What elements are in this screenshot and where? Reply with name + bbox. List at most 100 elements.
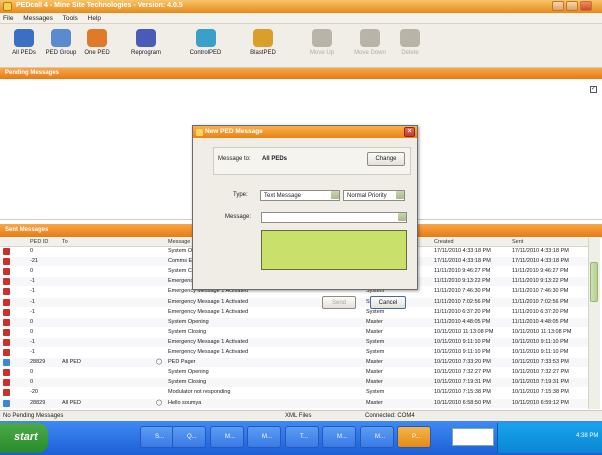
cell-sent: 10/11/2010 7:33:53 PM bbox=[512, 359, 569, 366]
priority-dropdown-icon[interactable] bbox=[396, 191, 404, 199]
table-row[interactable]: 0 System Opening Master 10/11/2010 7:32:27 … bbox=[0, 368, 588, 377]
cell-source: Master bbox=[366, 359, 383, 366]
cell-source: Master bbox=[366, 369, 383, 376]
toolbar-button-ped-group[interactable]: PED Group bbox=[45, 26, 77, 66]
menu-file[interactable]: File bbox=[3, 15, 13, 22]
col-message[interactable]: Message bbox=[168, 239, 190, 245]
taskbar-window-button[interactable]: S... bbox=[140, 426, 174, 448]
pager-icon: ◯ bbox=[156, 399, 163, 406]
type-dropdown-icon[interactable] bbox=[331, 191, 339, 199]
cell-ped-id: 0 bbox=[30, 328, 34, 335]
table-row[interactable]: 28829 All PED PED Pager Master 10/11/2010 7:… bbox=[0, 358, 588, 368]
menu-bar: File Messages Tools Help bbox=[0, 13, 602, 24]
cell-created: 11/11/2010 9:13:22 PM bbox=[434, 278, 491, 285]
pending-checkbox[interactable]: ✓ bbox=[590, 86, 597, 93]
status-bar: No Pending Messages XML Files Connected:… bbox=[0, 410, 602, 421]
cell-created: 10/11/2010 7:33:20 PM bbox=[434, 359, 491, 366]
cell-sent: 11/11/2010 7:46:30 PM bbox=[512, 288, 569, 295]
cancel-button[interactable]: Cancel bbox=[370, 296, 406, 309]
cell-sent: 10/11/2010 6:59:12 PM bbox=[512, 399, 569, 406]
col-created[interactable]: Created bbox=[434, 239, 454, 245]
message-text-area[interactable] bbox=[261, 230, 407, 270]
taskbar-window-button[interactable]: M... bbox=[360, 426, 394, 448]
change-button[interactable]: Change bbox=[367, 152, 405, 166]
toolbar-button-reprogram[interactable]: Reprogram bbox=[125, 26, 167, 66]
menu-help[interactable]: Help bbox=[88, 15, 101, 22]
table-row[interactable]: 0 System Closing Master 10/11/2010 7:19:31 … bbox=[0, 378, 588, 388]
cell-created: 11/11/2010 7:02:56 PM bbox=[434, 298, 491, 305]
toolbar-button-one-ped[interactable]: One PED bbox=[82, 26, 112, 66]
close-window-button[interactable] bbox=[580, 1, 592, 11]
tray-search-box[interactable] bbox=[452, 428, 494, 446]
table-row[interactable]: -1Emergency Message 1 ActivatedSystem11/… bbox=[0, 297, 588, 307]
scrollbar-thumb[interactable] bbox=[590, 262, 598, 302]
toolbar-button-label: Delete bbox=[401, 50, 419, 56]
cell-source: System bbox=[366, 349, 385, 355]
cell-created: 10/11/2010 7:15:38 PM bbox=[434, 389, 491, 396]
taskbar-window-button[interactable]: P... bbox=[397, 426, 431, 448]
cell-source: System bbox=[366, 338, 385, 345]
col-ped-id[interactable]: PED ID bbox=[30, 239, 48, 245]
clock[interactable]: 4:38 PM bbox=[576, 433, 598, 439]
toolbar-button-move-down[interactable]: Move Down bbox=[350, 26, 390, 66]
toolbar-button-label: Reprogram bbox=[130, 50, 161, 56]
cell-message: Hello soumya bbox=[168, 399, 202, 406]
table-row[interactable]: -1Emergency Message 1 ActivatedSystem11/… bbox=[0, 308, 588, 317]
taskbar-window-button[interactable]: M... bbox=[322, 426, 356, 448]
message-input[interactable] bbox=[261, 212, 407, 223]
cell-ped-id: 0 bbox=[30, 318, 34, 325]
cell-created: 11/11/2010 4:48:05 PM bbox=[434, 318, 491, 325]
message-dropdown-icon[interactable] bbox=[398, 213, 406, 221]
table-row[interactable]: 0 System Closing Master 10/11/2010 11:13:08… bbox=[0, 328, 588, 337]
cell-source: Master bbox=[366, 399, 383, 406]
system-message-icon bbox=[3, 389, 10, 397]
pending-header: Pending Messages bbox=[0, 68, 602, 79]
toolbar-button-label: PED Group bbox=[45, 50, 77, 56]
toolbar-button-delete[interactable]: Delete bbox=[395, 26, 425, 66]
start-button[interactable]: start bbox=[0, 423, 48, 453]
menu-tools[interactable]: Tools bbox=[63, 15, 78, 22]
send-button[interactable]: Send bbox=[322, 296, 356, 309]
col-to[interactable]: To bbox=[62, 239, 68, 245]
table-row[interactable]: 0 System Opening Master 11/11/2010 4:48:05 … bbox=[0, 317, 588, 327]
minimize-button[interactable] bbox=[552, 1, 564, 11]
system-message-icon bbox=[3, 328, 10, 336]
move-up-icon bbox=[312, 29, 332, 47]
cell-message: System Opening bbox=[168, 369, 209, 376]
taskbar-window-button[interactable]: M... bbox=[210, 426, 244, 448]
toolbar-button-move-up[interactable]: Move Up bbox=[305, 26, 339, 66]
toolbar-button-controlped[interactable]: ControlPED bbox=[183, 26, 228, 66]
table-row[interactable]: -1 Emergency Message 1 Activated System 10/… bbox=[0, 348, 588, 357]
ped-group-icon bbox=[51, 29, 71, 47]
cell-ped-id: -1 bbox=[30, 338, 35, 345]
cell-created: 10/11/2010 6:58:50 PM bbox=[434, 399, 491, 406]
cell-message: System Opening bbox=[168, 318, 209, 325]
toolbar-button-all-peds[interactable]: All PEDs bbox=[10, 26, 38, 66]
taskbar-window-button[interactable]: Q... bbox=[172, 426, 206, 448]
cell-message: PED Pager bbox=[168, 359, 196, 366]
toolbar-button-blastped[interactable]: BlastPED bbox=[243, 26, 283, 66]
cell-ped-id: -21 bbox=[30, 258, 38, 265]
message-to-label: Message to: bbox=[218, 156, 251, 162]
taskbar-window-button[interactable]: T... bbox=[285, 426, 319, 448]
cell-created: 11/11/2010 9:46:27 PM bbox=[434, 268, 491, 275]
col-sent[interactable]: Sent bbox=[512, 239, 523, 245]
table-row[interactable]: -20 Modulator not responding System 10/11/2… bbox=[0, 388, 588, 397]
system-tray: 4:38 PM bbox=[497, 423, 602, 453]
all-peds-icon bbox=[14, 29, 34, 47]
table-row[interactable]: 28829 All PED Hello soumya Master 10/11/2010… bbox=[0, 398, 588, 408]
cell-sent: 11/11/2010 9:46:27 PM bbox=[512, 268, 569, 275]
cell-created: 10/11/2010 11:13:08 PM bbox=[434, 328, 494, 335]
cell-sent: 10/11/2010 7:32:27 PM bbox=[512, 369, 569, 376]
cell-sent: 11/11/2010 6:37:20 PM bbox=[512, 308, 569, 315]
system-message-icon bbox=[3, 268, 10, 276]
menu-messages[interactable]: Messages bbox=[23, 15, 53, 22]
maximize-button[interactable] bbox=[566, 1, 578, 11]
toolbar-button-label: Move Down bbox=[354, 50, 386, 56]
taskbar-window-button[interactable]: M... bbox=[247, 426, 281, 448]
dialog-close-button[interactable]: × bbox=[404, 127, 415, 137]
cell-sent: 10/11/2010 7:19:31 PM bbox=[512, 379, 569, 386]
table-row[interactable]: -1 Emergency Message 1 Activated System 10/… bbox=[0, 337, 588, 348]
cell-ped-id: -1 bbox=[30, 298, 35, 305]
type-select[interactable]: Text Message bbox=[260, 190, 340, 201]
